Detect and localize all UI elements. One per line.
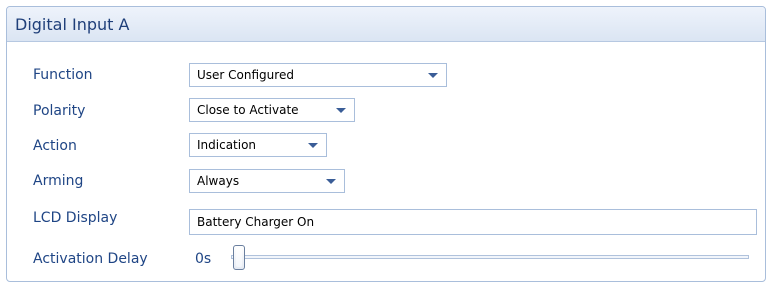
activation-delay-label: Activation Delay [33,251,148,267]
action-label: Action [33,138,77,154]
arming-dropdown[interactable]: Always [189,169,345,193]
panel-title: Digital Input A [15,15,130,34]
lcd-display-value: Battery Charger On [197,215,315,229]
chevron-down-icon[interactable] [308,143,318,148]
polarity-value: Close to Activate [197,103,299,117]
chevron-down-icon[interactable] [428,73,438,78]
digital-input-panel: Digital Input A Function User Configured… [6,6,766,282]
chevron-down-icon[interactable] [336,108,346,113]
action-dropdown[interactable]: Indication [189,133,327,157]
chevron-down-icon[interactable] [326,179,336,184]
polarity-label: Polarity [33,103,86,119]
function-value: User Configured [197,68,294,82]
function-label: Function [33,67,93,83]
function-dropdown[interactable]: User Configured [189,63,447,87]
panel-header: Digital Input A [7,7,765,42]
lcd-display-input[interactable]: Battery Charger On [189,209,757,235]
polarity-dropdown[interactable]: Close to Activate [189,98,355,122]
activation-delay-value: 0s [195,251,212,267]
arming-label: Arming [33,173,84,189]
slider-thumb-grip [236,248,242,267]
lcd-display-label: LCD Display [33,210,118,226]
activation-delay-slider-track[interactable] [231,255,749,259]
activation-delay-slider-thumb[interactable] [233,245,245,270]
arming-value: Always [197,174,240,188]
action-value: Indication [197,138,257,152]
